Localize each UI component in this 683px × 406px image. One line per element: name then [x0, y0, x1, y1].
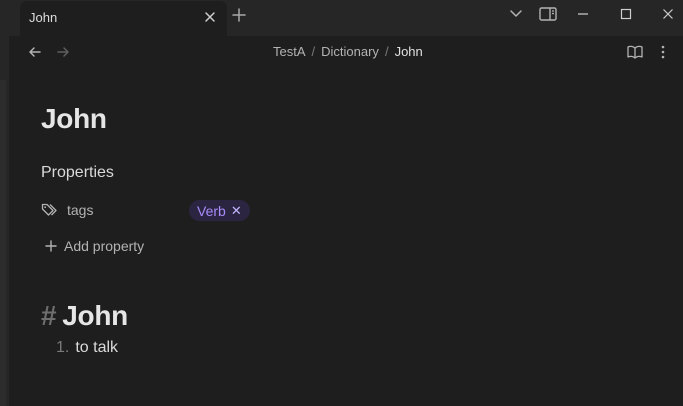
- close-icon: [663, 9, 673, 19]
- minimize-button[interactable]: [571, 3, 595, 25]
- breadcrumb: TestA / Dictionary / John: [273, 44, 423, 59]
- close-icon: [205, 12, 215, 22]
- tag-pill[interactable]: Verb ✕: [189, 200, 250, 221]
- sidebar-toggle-button[interactable]: [536, 3, 560, 25]
- add-property-label: Add property: [64, 238, 145, 254]
- plus-icon: [232, 8, 246, 22]
- tab-list-button[interactable]: [504, 3, 528, 25]
- app-window: John TestA / Dictionary / John John Prop…: [0, 0, 683, 406]
- breadcrumb-item-dictionary[interactable]: Dictionary: [321, 44, 379, 59]
- book-open-icon: [627, 45, 643, 59]
- reading-view-button[interactable]: [625, 42, 645, 62]
- minimize-icon: [578, 13, 588, 15]
- new-tab-button[interactable]: [229, 5, 249, 25]
- add-property-button[interactable]: Add property: [45, 236, 144, 256]
- heading-text: John: [62, 300, 128, 331]
- tags-icon[interactable]: [41, 202, 59, 218]
- property-key[interactable]: tags: [67, 202, 93, 218]
- sidebar-toggle-icon: [539, 7, 557, 21]
- heading-1[interactable]: # John: [41, 300, 128, 332]
- view-header: TestA / Dictionary / John: [9, 36, 683, 68]
- list-item[interactable]: 1. to talk: [56, 339, 118, 357]
- left-ribbon: [0, 0, 9, 406]
- tab-close-button[interactable]: [201, 8, 219, 26]
- more-vertical-icon: [661, 45, 665, 59]
- arrow-right-icon: [57, 47, 69, 57]
- list-item-text: to talk: [75, 339, 119, 356]
- title-bar: John: [9, 0, 683, 36]
- note-title[interactable]: John: [41, 103, 107, 135]
- breadcrumb-item-testa[interactable]: TestA: [273, 44, 306, 59]
- properties-heading[interactable]: Properties: [41, 164, 114, 182]
- breadcrumb-separator: /: [384, 44, 389, 59]
- remove-tag-button[interactable]: ✕: [231, 203, 242, 219]
- arrow-left-icon: [29, 47, 41, 57]
- breadcrumb-separator: /: [311, 44, 316, 59]
- maximize-icon: [620, 8, 632, 20]
- chevron-down-icon: [510, 10, 522, 17]
- breadcrumb-item-john[interactable]: John: [395, 44, 423, 59]
- plus-icon: [45, 240, 57, 252]
- forward-button[interactable]: [53, 42, 73, 62]
- heading-marker: #: [41, 300, 57, 331]
- tab-title: John: [29, 10, 58, 25]
- list-number: 1.: [56, 339, 70, 356]
- property-row-tags: tags Verb ✕: [41, 199, 641, 221]
- maximize-button[interactable]: [614, 3, 638, 25]
- close-window-button[interactable]: [656, 3, 680, 25]
- back-button[interactable]: [25, 42, 45, 62]
- tab-active[interactable]: John: [20, 1, 227, 36]
- more-options-button[interactable]: [653, 42, 673, 62]
- tag-label: Verb: [197, 202, 226, 219]
